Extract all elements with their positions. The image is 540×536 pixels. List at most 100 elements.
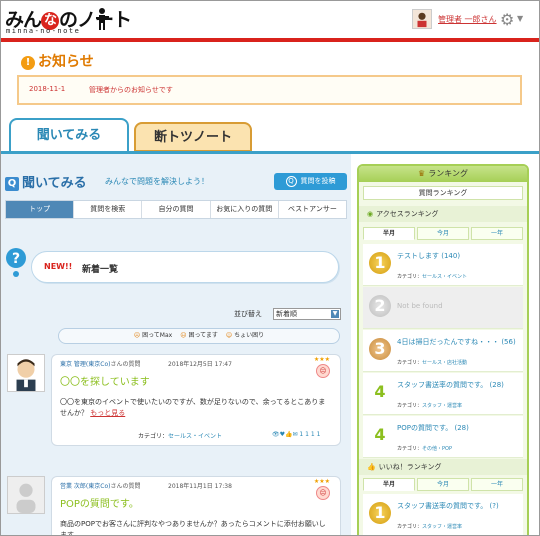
post-user[interactable]: 東京 管理(東京Co)さんの質問 [60,359,140,368]
ranking-panel: ♛ ランキング 質問ランキング ◉ アクセスランキング 半月 今月 一年 1 テスト… [357,164,529,535]
post-stats: 👁♥👍✉ 1 1 1 1 [272,431,321,438]
sub-tabs: トップ 質問を検索 自分の質問 お気に入りの質問 ベストアンサー [5,200,347,219]
iine-ranking-title: 👍 いいね！ランキング [359,459,527,475]
tab-one-year[interactable]: 一年 [471,227,523,240]
category-link[interactable]: セールス・イベント [168,433,222,440]
stats-icons: 👁♥👍✉ [272,431,300,438]
user-avatar[interactable] [412,9,432,29]
trouble-stars: ★★★ [313,478,330,485]
ranking-item-title[interactable]: テストします (140) [397,251,517,261]
ranking-item[interactable]: 1 テストします (140) カテゴリ：セールス・イベント [363,244,523,286]
ranking-item-category: カテゴリ：セールス・店社活動 [397,360,468,366]
ranking-item-title: Not be found [397,302,443,310]
info-icon: ! [21,56,35,70]
filter-slight[interactable]: ☺ ちょい困り [226,329,264,343]
tab-ask[interactable]: 聞いてみる [9,118,129,152]
subtab-search[interactable]: 質問を検索 [74,201,143,218]
ranking-item-title[interactable]: POPの質問です。 (28) [397,423,517,433]
filter-max[interactable]: ☹ 困ってMax [134,329,172,343]
tab-this-month[interactable]: 今月 [417,227,469,240]
ranking-item-category: カテゴリ：スタッフ・運営率 [397,403,463,409]
post-date: 2018年11月1日 17:38 [168,483,232,490]
access-ranking-tabs: 半月 今月 一年 [363,227,523,240]
post-user[interactable]: 営業 次郎(東京Co)さんの質問 [60,481,140,490]
new-list-title: 新着一覧 [82,265,119,275]
new-list-header: NEW!! 新着一覧 [31,251,339,283]
eye-icon: ◉ [367,210,374,218]
user-name-link[interactable]: 管理者 一郎さん [438,14,497,25]
question-icon: Q [285,176,297,187]
ranking-item-category: カテゴリ：セールス・イベント [397,274,468,280]
chevron-down-icon[interactable]: ▼ [517,14,523,23]
sort-select[interactable]: 新着順 ▼ [273,308,341,320]
post-date: 2018年12月5日 17:47 [168,361,232,368]
post-card[interactable]: 営業 次郎(東京Co)さんの質問 2018年11月1日 17:38 ★★★ ☹ … [51,476,341,536]
site-logo-subtitle: minna-no-note [6,27,81,35]
new-badge: NEW!! [44,262,73,271]
sort-label: 並び替え [234,310,262,318]
subtab-best-answer[interactable]: ベストアンサー [279,201,346,218]
ranking-item[interactable]: 4 POPの質問です。 (28) カテゴリ：その他・POP [363,416,523,458]
tab-dantotsu-note[interactable]: 断トツノート [134,122,252,152]
question-ranking-title: 質問ランキング [363,186,523,200]
app-frame: みんなのノート minna-no-note 管理者 一郎さん ⚙ ▼ ! お知らせ… [0,0,540,536]
thumbs-up-icon: 👍 [367,463,376,471]
ask-question-button[interactable]: Q 質問を投稿 [274,173,347,190]
filter-troubled[interactable]: ☹ 困ってます [180,329,218,343]
tab-this-month[interactable]: 今月 [417,478,469,491]
silver-medal-icon: 2 [369,295,391,317]
logo-figure-icon [96,8,109,30]
tab-half-month[interactable]: 半月 [363,227,415,240]
ranking-header: ♛ ランキング [359,166,527,182]
subtab-my-questions[interactable]: 自分の質問 [142,201,211,218]
question-icon: Q [5,177,19,191]
post-avatar[interactable] [7,476,45,514]
trouble-stars: ★★★ [313,356,330,363]
post-body: 〇〇を東京のイベントで使いたいのですが、数が足りないので、余ってるとこありません… [60,398,326,417]
notice-box: 2018-11-1 管理者からのお知らせです [17,75,522,105]
post-title[interactable]: 〇〇を探しています [60,373,150,388]
tab-half-month[interactable]: 半月 [363,478,415,491]
post-category: カテゴリ：セールス・イベント [138,433,223,440]
post-body: 商品のPOPでお客さんに評判なやつありませんか？あったらコメントに添付お願いしま… [60,520,326,536]
question-mark-icon: ? [6,248,26,277]
notice-date: 2018-11-1 [29,85,66,93]
tab-one-year[interactable]: 一年 [471,478,523,491]
subtab-top[interactable]: トップ [6,201,75,218]
post-avatar[interactable] [7,354,45,392]
header: みんなのノート minna-no-note 管理者 一郎さん ⚙ ▼ [1,1,539,38]
ranking-item-title[interactable]: スタッフ書送率の質問です。 (28) [397,380,517,390]
subtab-favorites[interactable]: お気に入りの質問 [211,201,279,218]
section-title: Q 聞いてみる [5,172,87,191]
header-divider [1,38,539,42]
face-icon: ☹ [180,332,187,339]
ranking-item-category: カテゴリ：スタッフ・運営率 [397,524,463,530]
filter-bar: ☹ 困ってMax ☹ 困ってます ☺ ちょい困り [58,328,340,344]
new-list-bar: ? NEW!! 新着一覧 [5,248,340,283]
face-icon: ☺ [225,332,233,339]
ranking-item-title[interactable]: 4日は掃日だったんですね・・・ (56) [397,337,517,347]
face-icon: ☹ [133,332,141,339]
notice-title: ! お知らせ [21,51,94,71]
ranking-item[interactable]: 3 4日は掃日だったんですね・・・ (56) カテゴリ：セールス・店社活動 [363,330,523,372]
notice-link[interactable]: 管理者からのお知らせです [89,85,173,95]
chevron-down-icon: ▼ [331,310,339,318]
section-subtitle: みんなで問題を解決しよう！ [105,177,209,186]
read-more-link[interactable]: もっと見る [90,409,125,417]
ranking-item[interactable]: 1 スタッフ書送率の質問です。 (?) カテゴリ：スタッフ・運営率 [363,494,523,535]
gold-medal-icon: 1 [369,252,391,274]
crown-icon: ♛ [418,169,426,178]
rank-number: 4 [374,382,386,401]
iine-ranking-tabs: 半月 今月 一年 [363,478,523,491]
ranking-item: 2 Not be found [363,287,523,329]
ranking-item-title[interactable]: スタッフ書送率の質問です。 (?) [397,501,517,511]
ranking-item[interactable]: 4 スタッフ書送率の質問です。 (28) カテゴリ：スタッフ・運営率 [363,373,523,415]
post-card[interactable]: 東京 管理(東京Co)さんの質問 2018年12月5日 17:47 ★★★ ☹ … [51,354,341,446]
gear-icon[interactable]: ⚙ [500,10,514,29]
post-title[interactable]: POPの質問です。 [60,495,139,510]
bronze-medal-icon: 3 [369,338,391,360]
ranking-item-category: カテゴリ：その他・POP [397,446,452,452]
gold-medal-icon: 1 [369,502,391,524]
main-content: Q 聞いてみる みんなで問題を解決しよう！ Q 質問を投稿 トップ 質問を検索 自分… [1,154,351,536]
access-ranking-title: ◉ アクセスランキング [359,206,527,222]
